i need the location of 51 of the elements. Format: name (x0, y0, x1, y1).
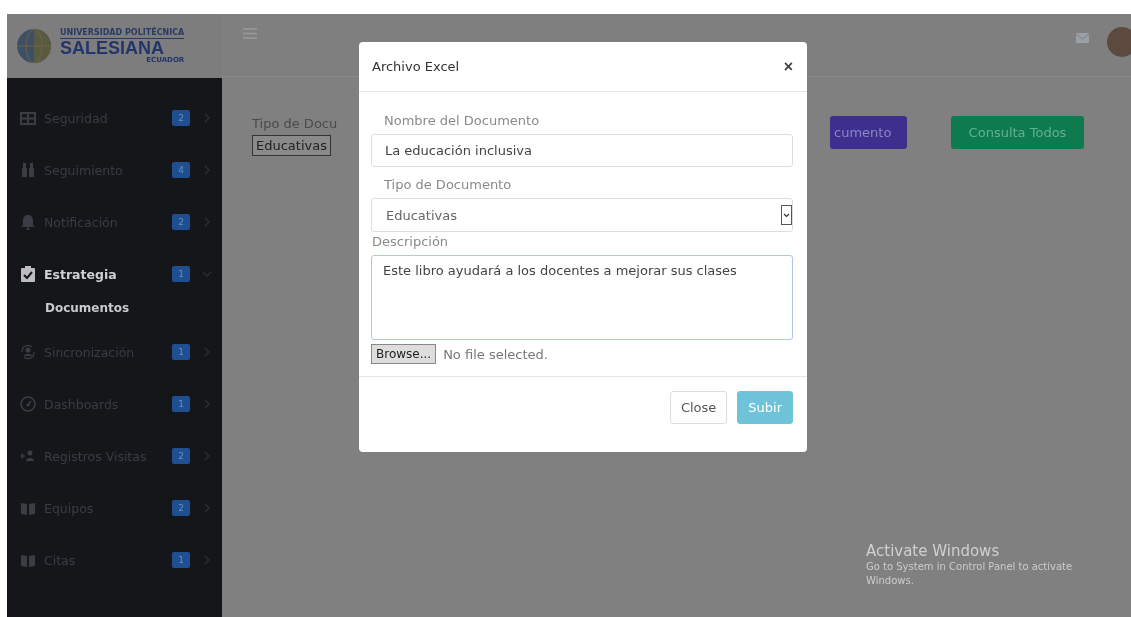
count-badge: 4 (172, 162, 190, 178)
logo-title: SALESIANA (60, 38, 164, 57)
close-button[interactable]: × (783, 57, 793, 76)
modal-title: Archivo Excel (372, 59, 460, 74)
select-field[interactable]: Educativas (371, 198, 793, 232)
chevron-right-icon (202, 217, 212, 227)
grid-icon (20, 110, 36, 126)
count-badge: 2 (172, 500, 190, 516)
type-select[interactable]: Educativas (252, 135, 331, 156)
upload-button[interactable]: Subir (737, 391, 793, 424)
count-badge: 1 (172, 552, 190, 568)
chevron-right-icon (202, 113, 212, 123)
chevron-right-icon (202, 347, 212, 357)
count-badge: 1 (172, 344, 190, 360)
count-badge: 2 (172, 110, 190, 126)
avatar[interactable] (1107, 27, 1131, 57)
count-badge: 2 (172, 448, 190, 464)
user-sync-icon (20, 344, 36, 360)
description-field[interactable]: Este libro ayudará a los docentes a mejorar sus clases (371, 255, 793, 340)
document-button[interactable]: cumento (830, 116, 907, 149)
chevron-right-icon (202, 555, 212, 565)
activation-message: Go to System in Control Panel to activate Windows. (866, 560, 1074, 587)
globe-emblem-icon (16, 28, 52, 64)
count-badge: 1 (172, 396, 190, 412)
clipboard-check-icon (20, 266, 36, 282)
count-badge: 1 (172, 266, 190, 282)
close-button[interactable]: Close (669, 391, 728, 424)
book-icon (20, 552, 36, 568)
menu-icon (243, 28, 257, 39)
dropdown-caret-icon (781, 205, 792, 225)
book-icon (20, 500, 36, 516)
text-field[interactable]: La educación inclusiva (371, 134, 793, 167)
chevron-right-icon (202, 451, 212, 461)
chevron-down-icon (202, 269, 212, 279)
activation-title: Activate Windows (866, 542, 1001, 560)
chevron-right-icon (202, 165, 212, 175)
field-label: Tipo de Documento (383, 176, 512, 194)
bell-icon (20, 214, 36, 230)
gauge-icon (20, 396, 36, 412)
mail-icon (1076, 33, 1089, 43)
binoculars-icon (20, 162, 36, 178)
file-status: No file selected. (443, 346, 548, 362)
count-badge: 2 (172, 214, 190, 230)
user-plus-icon (20, 448, 36, 464)
chevron-right-icon (202, 399, 212, 409)
field-label: Descripción (371, 233, 449, 251)
browse-button[interactable]: Browse... (371, 344, 437, 364)
logo-subtitle: UNIVERSIDAD POLITÉCNICA (60, 28, 185, 39)
chevron-right-icon (202, 503, 212, 513)
field-label: Nombre del Documento (383, 112, 540, 130)
query-all-button[interactable]: Consulta Todos (951, 116, 1084, 149)
